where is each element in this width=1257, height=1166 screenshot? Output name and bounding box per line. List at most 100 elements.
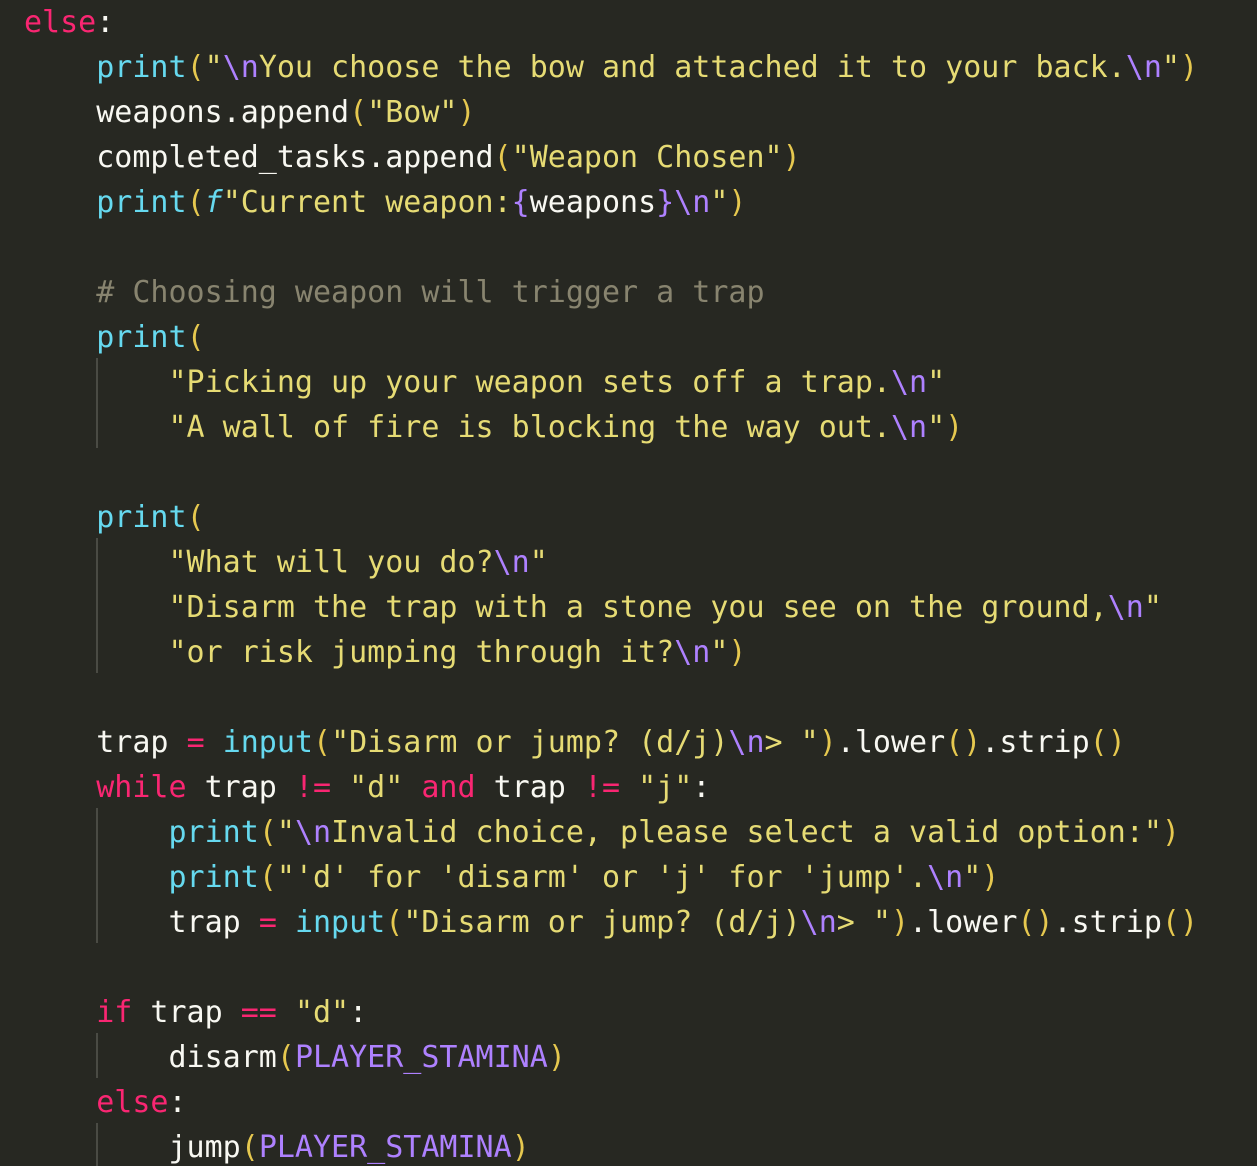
code-token: ) <box>945 410 964 445</box>
code-token: print <box>96 320 187 355</box>
code-line[interactable]: completed_tasks.append("Weapon Chosen") <box>24 135 800 180</box>
code-line[interactable]: else: <box>24 1080 186 1125</box>
code-line[interactable]: "A wall of fire is blocking the way out.… <box>24 405 964 450</box>
code-token: "Bow" <box>367 95 458 130</box>
code-token: " <box>529 545 548 580</box>
code-token: \n <box>222 50 259 85</box>
code-token: print <box>96 185 187 220</box>
code-line[interactable]: # Choosing weapon will trigger a trap <box>24 270 765 315</box>
code-token: and <box>421 770 476 805</box>
code-line[interactable]: trap = input("Disarm or jump? (d/j)\n> "… <box>24 720 1126 765</box>
code-token: ) <box>1161 815 1180 850</box>
code-line[interactable]: weapons.append("Bow") <box>24 90 475 135</box>
code-token: ) <box>728 635 747 670</box>
code-token: \n <box>890 410 928 445</box>
code-token: trap <box>24 725 187 760</box>
code-token: ( <box>385 905 404 940</box>
code-token: You choose the bow and attached it to yo… <box>258 50 1126 85</box>
code-token: print <box>168 860 259 895</box>
code-token: () <box>1089 725 1126 760</box>
code-token: else <box>24 5 97 40</box>
code-token: # Choosing weapon will trigger a trap <box>96 275 765 310</box>
code-token: ( <box>186 500 205 535</box>
code-token: ( <box>313 725 332 760</box>
code-token: { <box>511 185 530 220</box>
code-token: ) <box>981 860 1000 895</box>
code-token: = <box>186 725 205 760</box>
code-token: () <box>1161 905 1199 940</box>
code-token: Invalid choice, please select a valid op… <box>331 815 1162 850</box>
code-token: \n <box>674 635 711 670</box>
code-token: != <box>294 770 332 805</box>
code-token: \n <box>493 545 530 580</box>
code-token: } <box>656 185 675 220</box>
code-token: " <box>963 860 982 895</box>
code-token: trap <box>24 905 259 940</box>
code-token: input <box>222 725 313 760</box>
code-token: () <box>945 725 982 760</box>
code-token: PLAYER_STAMINA <box>294 1040 548 1075</box>
code-token: "Disarm the trap with a stone you see on… <box>168 590 1108 625</box>
code-token: ) <box>890 905 910 940</box>
code-line[interactable]: jump(PLAYER_STAMINA) <box>24 1125 529 1166</box>
code-line[interactable]: print(f"Current weapon:{weapons}\n") <box>24 180 746 225</box>
code-token: ( <box>186 185 205 220</box>
code-line[interactable]: print( <box>24 495 205 540</box>
code-token: "d" <box>349 770 404 805</box>
code-line[interactable]: print( <box>24 315 204 360</box>
code-line[interactable]: "Disarm the trap with a stone you see on… <box>24 585 1162 630</box>
code-token: trap <box>475 770 584 805</box>
code-token: .strip <box>981 725 1090 760</box>
code-token: ) <box>818 725 837 760</box>
code-line[interactable]: else: <box>24 0 114 45</box>
code-editor[interactable]: else: print("\nYou choose the bow and at… <box>0 0 1257 1166</box>
code-token: "Current weapon: <box>222 185 512 220</box>
code-token: trap <box>186 770 295 805</box>
code-token: " <box>1143 590 1162 625</box>
code-token: " <box>927 365 946 400</box>
code-token: " <box>1161 50 1180 85</box>
code-token: " <box>927 410 946 445</box>
code-token: \n <box>1107 590 1144 625</box>
code-token: print <box>96 50 187 85</box>
code-token: "Disarm or jump? (d/j) <box>331 725 729 760</box>
code-line[interactable]: if trap == "d": <box>24 990 367 1035</box>
code-line[interactable]: "or risk jumping through it?\n") <box>24 630 747 675</box>
code-line[interactable]: print("\nInvalid choice, please select a… <box>24 810 1180 855</box>
code-token: \n <box>800 905 837 940</box>
code-token: "Disarm or jump? (d/j) <box>403 905 801 940</box>
code-token: .lower <box>836 725 946 760</box>
code-line[interactable]: disarm(PLAYER_STAMINA) <box>24 1035 565 1080</box>
code-line[interactable]: print("\nYou choose the bow and attached… <box>24 45 1198 90</box>
code-token: == <box>240 995 277 1030</box>
code-token: ( <box>493 140 512 175</box>
code-line[interactable]: "Picking up your weapon sets off a trap.… <box>24 360 946 405</box>
code-token: disarm <box>24 1040 277 1075</box>
code-token: trap <box>132 995 241 1030</box>
code-line[interactable]: print("'d' for 'disarm' or 'j' for 'jump… <box>24 855 1000 900</box>
code-token: ( <box>349 95 368 130</box>
code-line[interactable]: "What will you do?\n" <box>24 540 548 585</box>
code-token: != <box>583 770 621 805</box>
code-token: .lower <box>909 905 1018 940</box>
code-token: > " <box>764 725 819 760</box>
code-token: while <box>96 770 187 805</box>
code-token: if <box>96 995 133 1030</box>
code-line[interactable]: while trap != "d" and trap != "j": <box>24 765 710 810</box>
code-line[interactable]: trap = input("Disarm or jump? (d/j)\n> "… <box>24 900 1198 945</box>
code-token: input <box>294 905 386 940</box>
code-token: " <box>276 815 295 850</box>
code-token: ( <box>258 815 277 850</box>
